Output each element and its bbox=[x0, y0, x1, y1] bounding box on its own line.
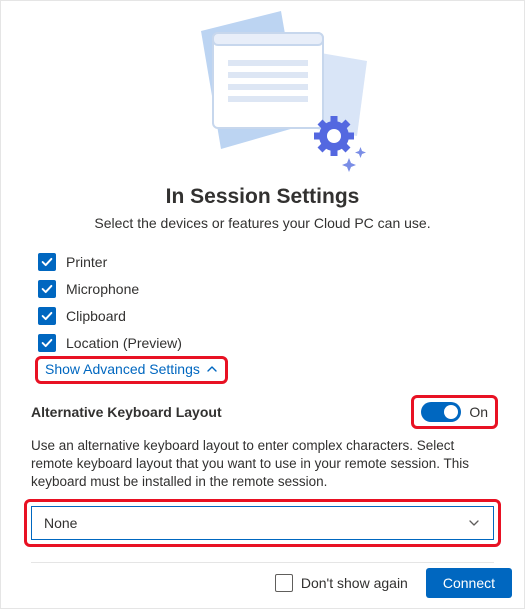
dont-show-again-checkbox[interactable]: Don't show again bbox=[275, 574, 408, 592]
checkbox-clipboard[interactable]: Clipboard bbox=[38, 307, 494, 325]
checkbox-label: Microphone bbox=[66, 281, 139, 297]
show-advanced-link[interactable]: Show Advanced Settings bbox=[41, 361, 222, 377]
keyboard-layout-select[interactable]: None bbox=[31, 506, 494, 540]
checkbox-label: Location (Preview) bbox=[66, 335, 182, 351]
checkbox-location[interactable]: Location (Preview) bbox=[38, 334, 494, 352]
keyboard-select-wrap: None bbox=[31, 506, 494, 540]
alt-keyboard-description: Use an alternative keyboard layout to en… bbox=[31, 437, 494, 492]
chevron-down-icon bbox=[467, 516, 481, 530]
chevron-up-icon bbox=[206, 363, 218, 375]
show-advanced-text: Show Advanced Settings bbox=[45, 361, 200, 377]
alt-keyboard-title: Alternative Keyboard Layout bbox=[31, 404, 222, 420]
check-icon bbox=[38, 280, 56, 298]
checkbox-label: Printer bbox=[66, 254, 107, 270]
alt-keyboard-toggle-wrap: On bbox=[415, 399, 494, 425]
device-checklist: Printer Microphone Clipboard Location (P… bbox=[31, 253, 494, 379]
dialog-footer: Don't show again Connect bbox=[275, 568, 512, 598]
connect-button[interactable]: Connect bbox=[426, 568, 512, 598]
check-icon bbox=[38, 307, 56, 325]
page-subtitle: Select the devices or features your Clou… bbox=[31, 215, 494, 231]
hero-illustration bbox=[31, 11, 494, 181]
dont-show-label: Don't show again bbox=[301, 575, 408, 591]
checkbox-printer[interactable]: Printer bbox=[38, 253, 494, 271]
toggle-knob bbox=[444, 405, 458, 419]
alt-keyboard-toggle[interactable] bbox=[421, 402, 461, 422]
checkbox-empty-icon bbox=[275, 574, 293, 592]
show-advanced-wrap: Show Advanced Settings bbox=[41, 361, 222, 379]
toggle-state-label: On bbox=[469, 404, 488, 420]
check-icon bbox=[38, 253, 56, 271]
checkbox-microphone[interactable]: Microphone bbox=[38, 280, 494, 298]
check-icon bbox=[38, 334, 56, 352]
select-value: None bbox=[44, 515, 77, 531]
page-title: In Session Settings bbox=[31, 185, 494, 209]
checkbox-label: Clipboard bbox=[66, 308, 126, 324]
footer-divider bbox=[31, 562, 494, 563]
